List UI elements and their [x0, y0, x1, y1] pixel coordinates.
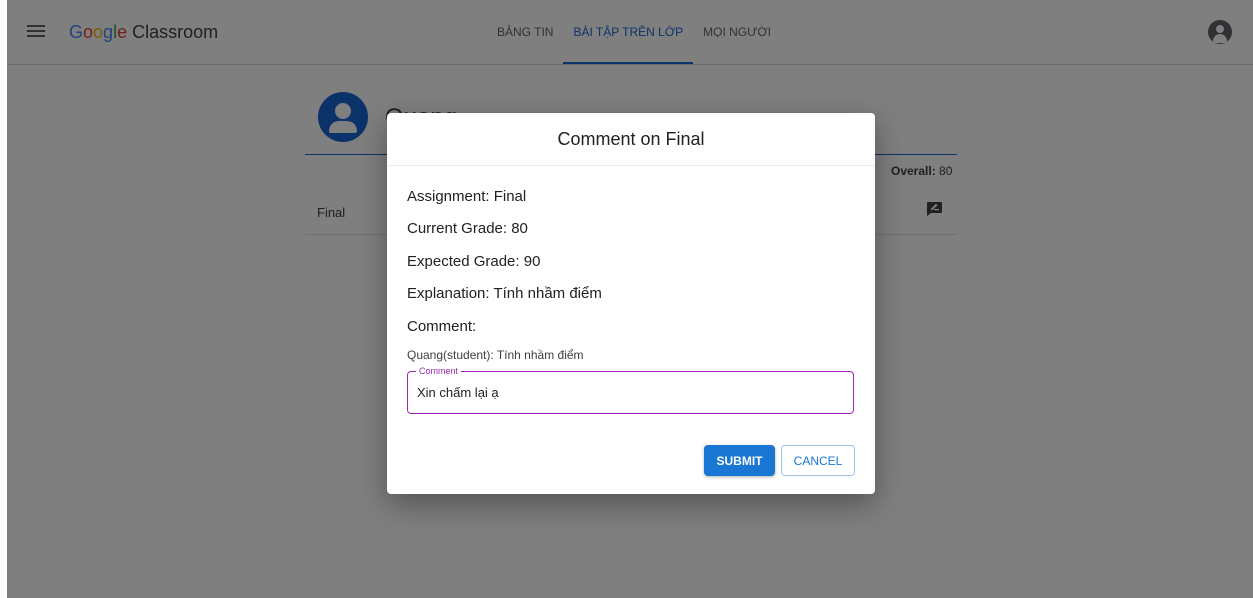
explanation: Explanation: Tính nhầm điểm: [407, 285, 602, 302]
submit-button[interactable]: SUBMIT: [704, 445, 775, 476]
dialog-title: Comment on Final: [387, 113, 875, 166]
cancel-button[interactable]: CANCEL: [781, 445, 855, 476]
classroom-app: GoogleClassroom BẢNG TIN BÀI TẬP TRÊN LỚ…: [7, 0, 1253, 598]
comment-dialog: Comment on Final Assignment: Final Curre…: [387, 113, 875, 494]
comment-field-label: Comment: [416, 365, 462, 377]
current-grade: Current Grade: 80: [407, 220, 528, 237]
comment-input[interactable]: [417, 382, 837, 402]
expected-grade: Expected Grade: 90: [407, 253, 541, 270]
assignment-info: Assignment: Final: [407, 188, 527, 205]
comment-heading: Comment:: [407, 318, 477, 335]
previous-comment: Quang(student): Tính nhầm điểm: [407, 348, 584, 362]
comment-field: Comment: [407, 365, 854, 414]
